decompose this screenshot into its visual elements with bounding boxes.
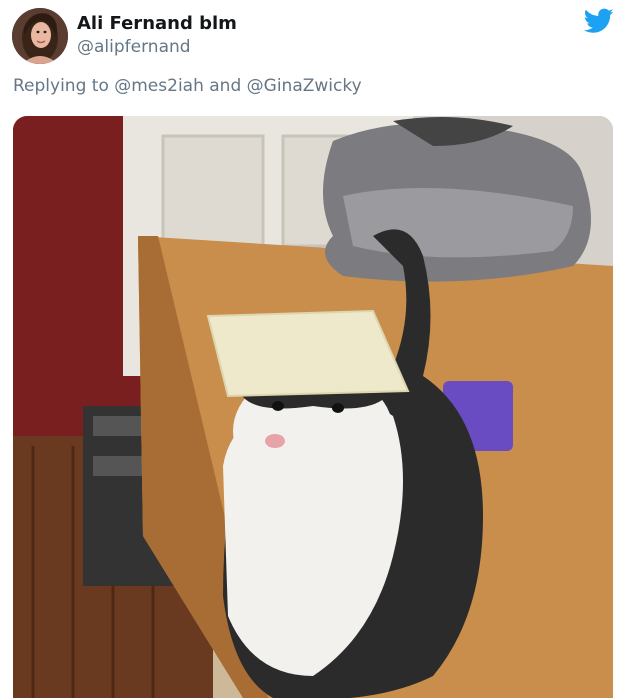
author-name[interactable]: Ali Fernand blm bbox=[77, 13, 237, 34]
mention-link-2[interactable]: @GinaZwicky bbox=[247, 76, 362, 96]
reply-context: Replying to @mes2iah and @GinaZwicky bbox=[13, 76, 362, 96]
twitter-bird-icon[interactable] bbox=[583, 8, 614, 34]
author-avatar[interactable] bbox=[12, 8, 68, 64]
cheese-slice bbox=[206, 309, 410, 398]
author-handle[interactable]: @alipfernand bbox=[77, 37, 191, 57]
reply-conjunction: and bbox=[209, 76, 242, 96]
reply-prefix: Replying to bbox=[13, 76, 109, 96]
mention-link-1[interactable]: @mes2iah bbox=[114, 76, 204, 96]
tweet-card: Ali Fernand blm @alipfernand Replying to… bbox=[0, 0, 632, 698]
tweet-media-photo[interactable] bbox=[13, 116, 613, 698]
